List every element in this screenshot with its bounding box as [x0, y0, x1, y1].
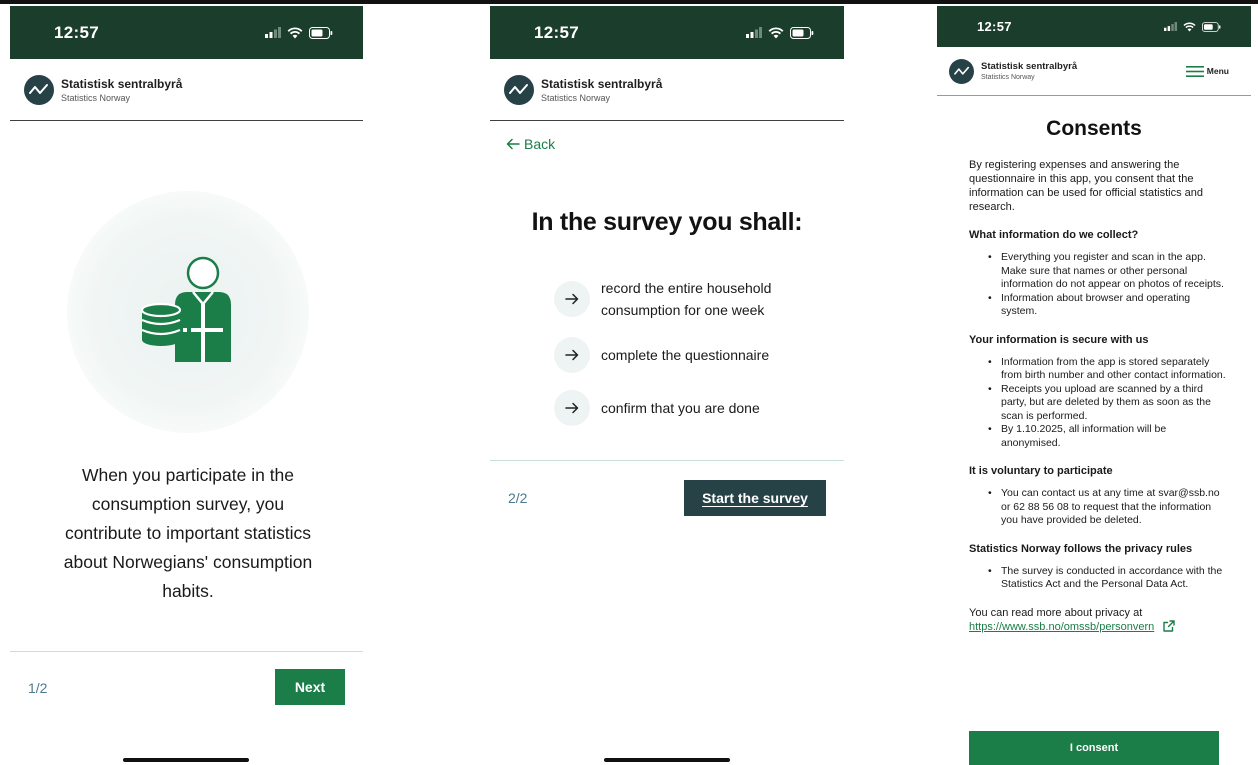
arrow-right-icon	[554, 337, 590, 373]
section-list: Information from the app is stored separ…	[988, 356, 1227, 451]
step-item: complete the questionnaire	[554, 337, 801, 373]
section-list: The survey is conducted in accordance wi…	[988, 565, 1227, 592]
list-item: The survey is conducted in accordance wi…	[988, 565, 1227, 592]
menu-button[interactable]: Menu	[1185, 65, 1229, 77]
person-with-coins-icon	[140, 256, 231, 362]
wifi-icon	[768, 26, 784, 38]
app-header: Statistisk sentralbyrå Statistics Norway	[490, 59, 844, 121]
wifi-icon	[1183, 22, 1196, 31]
brand-name: Statistisk sentralbyrå	[541, 76, 663, 91]
footer-divider	[490, 460, 844, 461]
signal-icon	[265, 27, 281, 38]
brand-name: Statistisk sentralbyrå	[61, 76, 183, 91]
status-bar: 12:57	[937, 6, 1251, 47]
intro-text: When you participate in the consumption …	[63, 465, 313, 601]
step-text: complete the questionnaire	[601, 347, 770, 363]
ssb-logo-icon	[504, 74, 534, 105]
list-item: Information about browser and operating …	[988, 292, 1227, 319]
status-bar: 12:57	[490, 6, 844, 59]
phone-screen-consents: 12:57 Statistisk sentralbyrå Statistics …	[937, 6, 1251, 765]
list-item: Information from the app is stored separ…	[988, 356, 1227, 383]
privacy-link[interactable]: https://www.ssb.no/omssb/personvern	[969, 621, 1154, 633]
consent-content: By registering expenses and answering th…	[969, 158, 1227, 634]
section-title: Statistics Norway follows the privacy ru…	[969, 542, 1193, 555]
external-link-icon[interactable]	[1163, 619, 1176, 632]
step-text: confirm that you are done	[601, 400, 760, 416]
status-icons	[265, 26, 333, 39]
home-indicator[interactable]	[123, 758, 249, 762]
status-time: 12:57	[977, 19, 1012, 34]
section-title: What information do we collect?	[969, 229, 1139, 241]
brand-text: Statistisk sentralbyrå Statistics Norway	[61, 77, 182, 103]
ssb-logo-icon	[24, 74, 54, 105]
list-item: Receipts you upload are scanned by a thi…	[988, 383, 1227, 424]
page-indicator: 2/2	[508, 490, 528, 506]
next-button[interactable]: Next	[275, 669, 345, 705]
step-item: record the entire household consumption …	[554, 277, 801, 321]
arrow-right-icon	[554, 281, 590, 317]
app-header: Statistisk sentralbyrå Statistics Norway	[10, 59, 363, 121]
wifi-icon	[287, 26, 303, 38]
menu-label: Menu	[1206, 66, 1229, 76]
arrow-right-icon	[554, 390, 590, 426]
status-icons	[1164, 21, 1221, 32]
consents-heading: Consents	[1046, 117, 1142, 140]
status-time: 12:57	[54, 22, 99, 42]
phone-screen-steps: 12:57 Statistisk sentralbyrå Statistics …	[490, 6, 844, 765]
steps-heading: In the survey you shall:	[531, 208, 803, 236]
status-time: 12:57	[534, 22, 579, 42]
brand-subtitle: Statistics Norway	[61, 92, 131, 103]
signal-icon	[746, 27, 762, 38]
consent-button[interactable]: I consent	[969, 731, 1219, 765]
hamburger-icon	[1185, 65, 1204, 77]
back-link[interactable]: Back	[506, 136, 555, 152]
arrow-left-icon	[506, 138, 520, 150]
section-list: You can contact us at any time at svar@s…	[988, 487, 1227, 528]
step-text: record the entire household consumption …	[601, 280, 772, 318]
status-bar: 12:57	[10, 6, 363, 59]
ssb-logo-icon	[949, 58, 974, 84]
brand-text: Statistisk sentralbyrå Statistics Norway	[541, 77, 662, 103]
brand-name: Statistisk sentralbyrå	[981, 61, 1078, 72]
home-indicator[interactable]	[604, 758, 730, 762]
brand-subtitle: Statistics Norway	[981, 74, 1035, 81]
battery-icon	[309, 26, 333, 39]
section-title: It is voluntary to participate	[969, 465, 1113, 477]
section-list: Everything you register and scan in the …	[988, 251, 1227, 319]
signal-icon	[1164, 22, 1177, 31]
consent-intro: By registering expenses and answering th…	[969, 159, 1203, 213]
privacy-note: You can read more about privacy at https…	[969, 606, 1227, 634]
top-border	[0, 0, 1258, 4]
brand-subtitle: Statistics Norway	[541, 92, 611, 103]
brand-text: Statistisk sentralbyrå Statistics Norway	[981, 61, 1077, 81]
battery-icon	[1202, 21, 1221, 32]
section-title: Your information is secure with us	[969, 333, 1149, 346]
app-header: Statistisk sentralbyrå Statistics Norway…	[937, 47, 1251, 96]
brand: Statistisk sentralbyrå Statistics Norway	[949, 58, 1077, 84]
footer-divider	[10, 651, 363, 652]
step-item: confirm that you are done	[554, 390, 801, 426]
page-indicator: 1/2	[28, 680, 48, 696]
list-item: By 1.10.2025, all information will be an…	[988, 423, 1227, 450]
read-more-text: You can read more about privacy at	[969, 606, 1143, 619]
start-survey-button[interactable]: Start the survey	[684, 480, 826, 516]
status-icons	[746, 26, 814, 39]
back-label: Back	[524, 136, 556, 152]
battery-icon	[790, 26, 814, 39]
list-item: Everything you register and scan in the …	[988, 251, 1227, 292]
hero-illustration	[67, 191, 309, 433]
list-item: You can contact us at any time at svar@s…	[988, 487, 1227, 528]
phone-screen-intro: 12:57 Statistisk sentralbyrå Statistics …	[10, 6, 363, 765]
